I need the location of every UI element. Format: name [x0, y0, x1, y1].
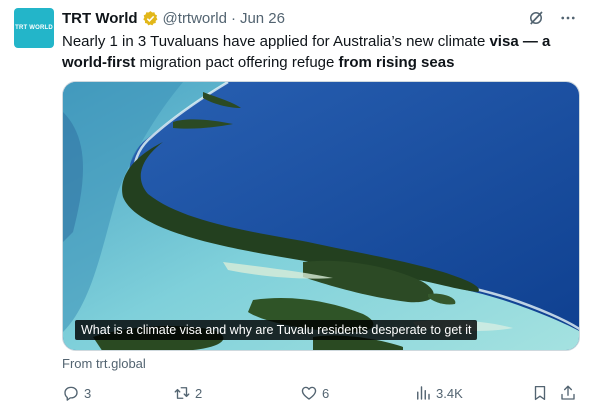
repost-count: 2 [195, 385, 203, 401]
reply-button[interactable]: 3 [62, 384, 91, 402]
reply-icon [64, 386, 78, 401]
author-handle[interactable]: @trtworld [163, 10, 227, 27]
share-button[interactable] [559, 384, 577, 402]
author-name[interactable]: TRT World [62, 10, 138, 27]
avatar-logo-text: TRT WORLD [15, 25, 53, 31]
tweet-text-part: migration pact offering refuge [135, 54, 339, 71]
link-card-caption: What is a climate visa and why are Tuval… [75, 320, 478, 340]
header-separator: · [230, 9, 236, 27]
repost-icon [174, 387, 190, 399]
reply-count: 3 [84, 385, 92, 401]
link-source[interactable]: From trt.global [62, 356, 146, 371]
more-icon[interactable] [559, 9, 577, 27]
atoll-photo [63, 82, 579, 350]
verified-badge-icon [142, 10, 157, 25]
post-date[interactable]: Jun 26 [240, 10, 285, 27]
views-icon [417, 386, 430, 400]
share-icon [561, 385, 575, 400]
bookmark-button[interactable] [531, 384, 549, 402]
grok-icon[interactable] [527, 9, 545, 27]
repost-button[interactable]: 2 [173, 384, 202, 402]
views-button[interactable]: 3.4K [414, 384, 463, 402]
view-count: 3.4K [436, 385, 463, 401]
bookmark-icon [534, 385, 546, 401]
tweet-text-bold: from rising seas [338, 54, 455, 71]
tweet-header: TRT World @trtworld · Jun 26 [62, 7, 577, 29]
link-card-image[interactable]: What is a climate visa and why are Tuval… [62, 81, 580, 351]
tweet-actions: 3 2 6 3.4K [62, 384, 580, 406]
avatar[interactable]: TRT WORLD [14, 8, 54, 48]
like-count: 6 [322, 385, 330, 401]
like-button[interactable]: 6 [300, 384, 329, 402]
tweet-text-part: Nearly 1 in 3 Tuvaluans have applied for… [62, 33, 490, 50]
tweet-text: Nearly 1 in 3 Tuvaluans have applied for… [62, 31, 572, 73]
like-icon [301, 386, 317, 400]
